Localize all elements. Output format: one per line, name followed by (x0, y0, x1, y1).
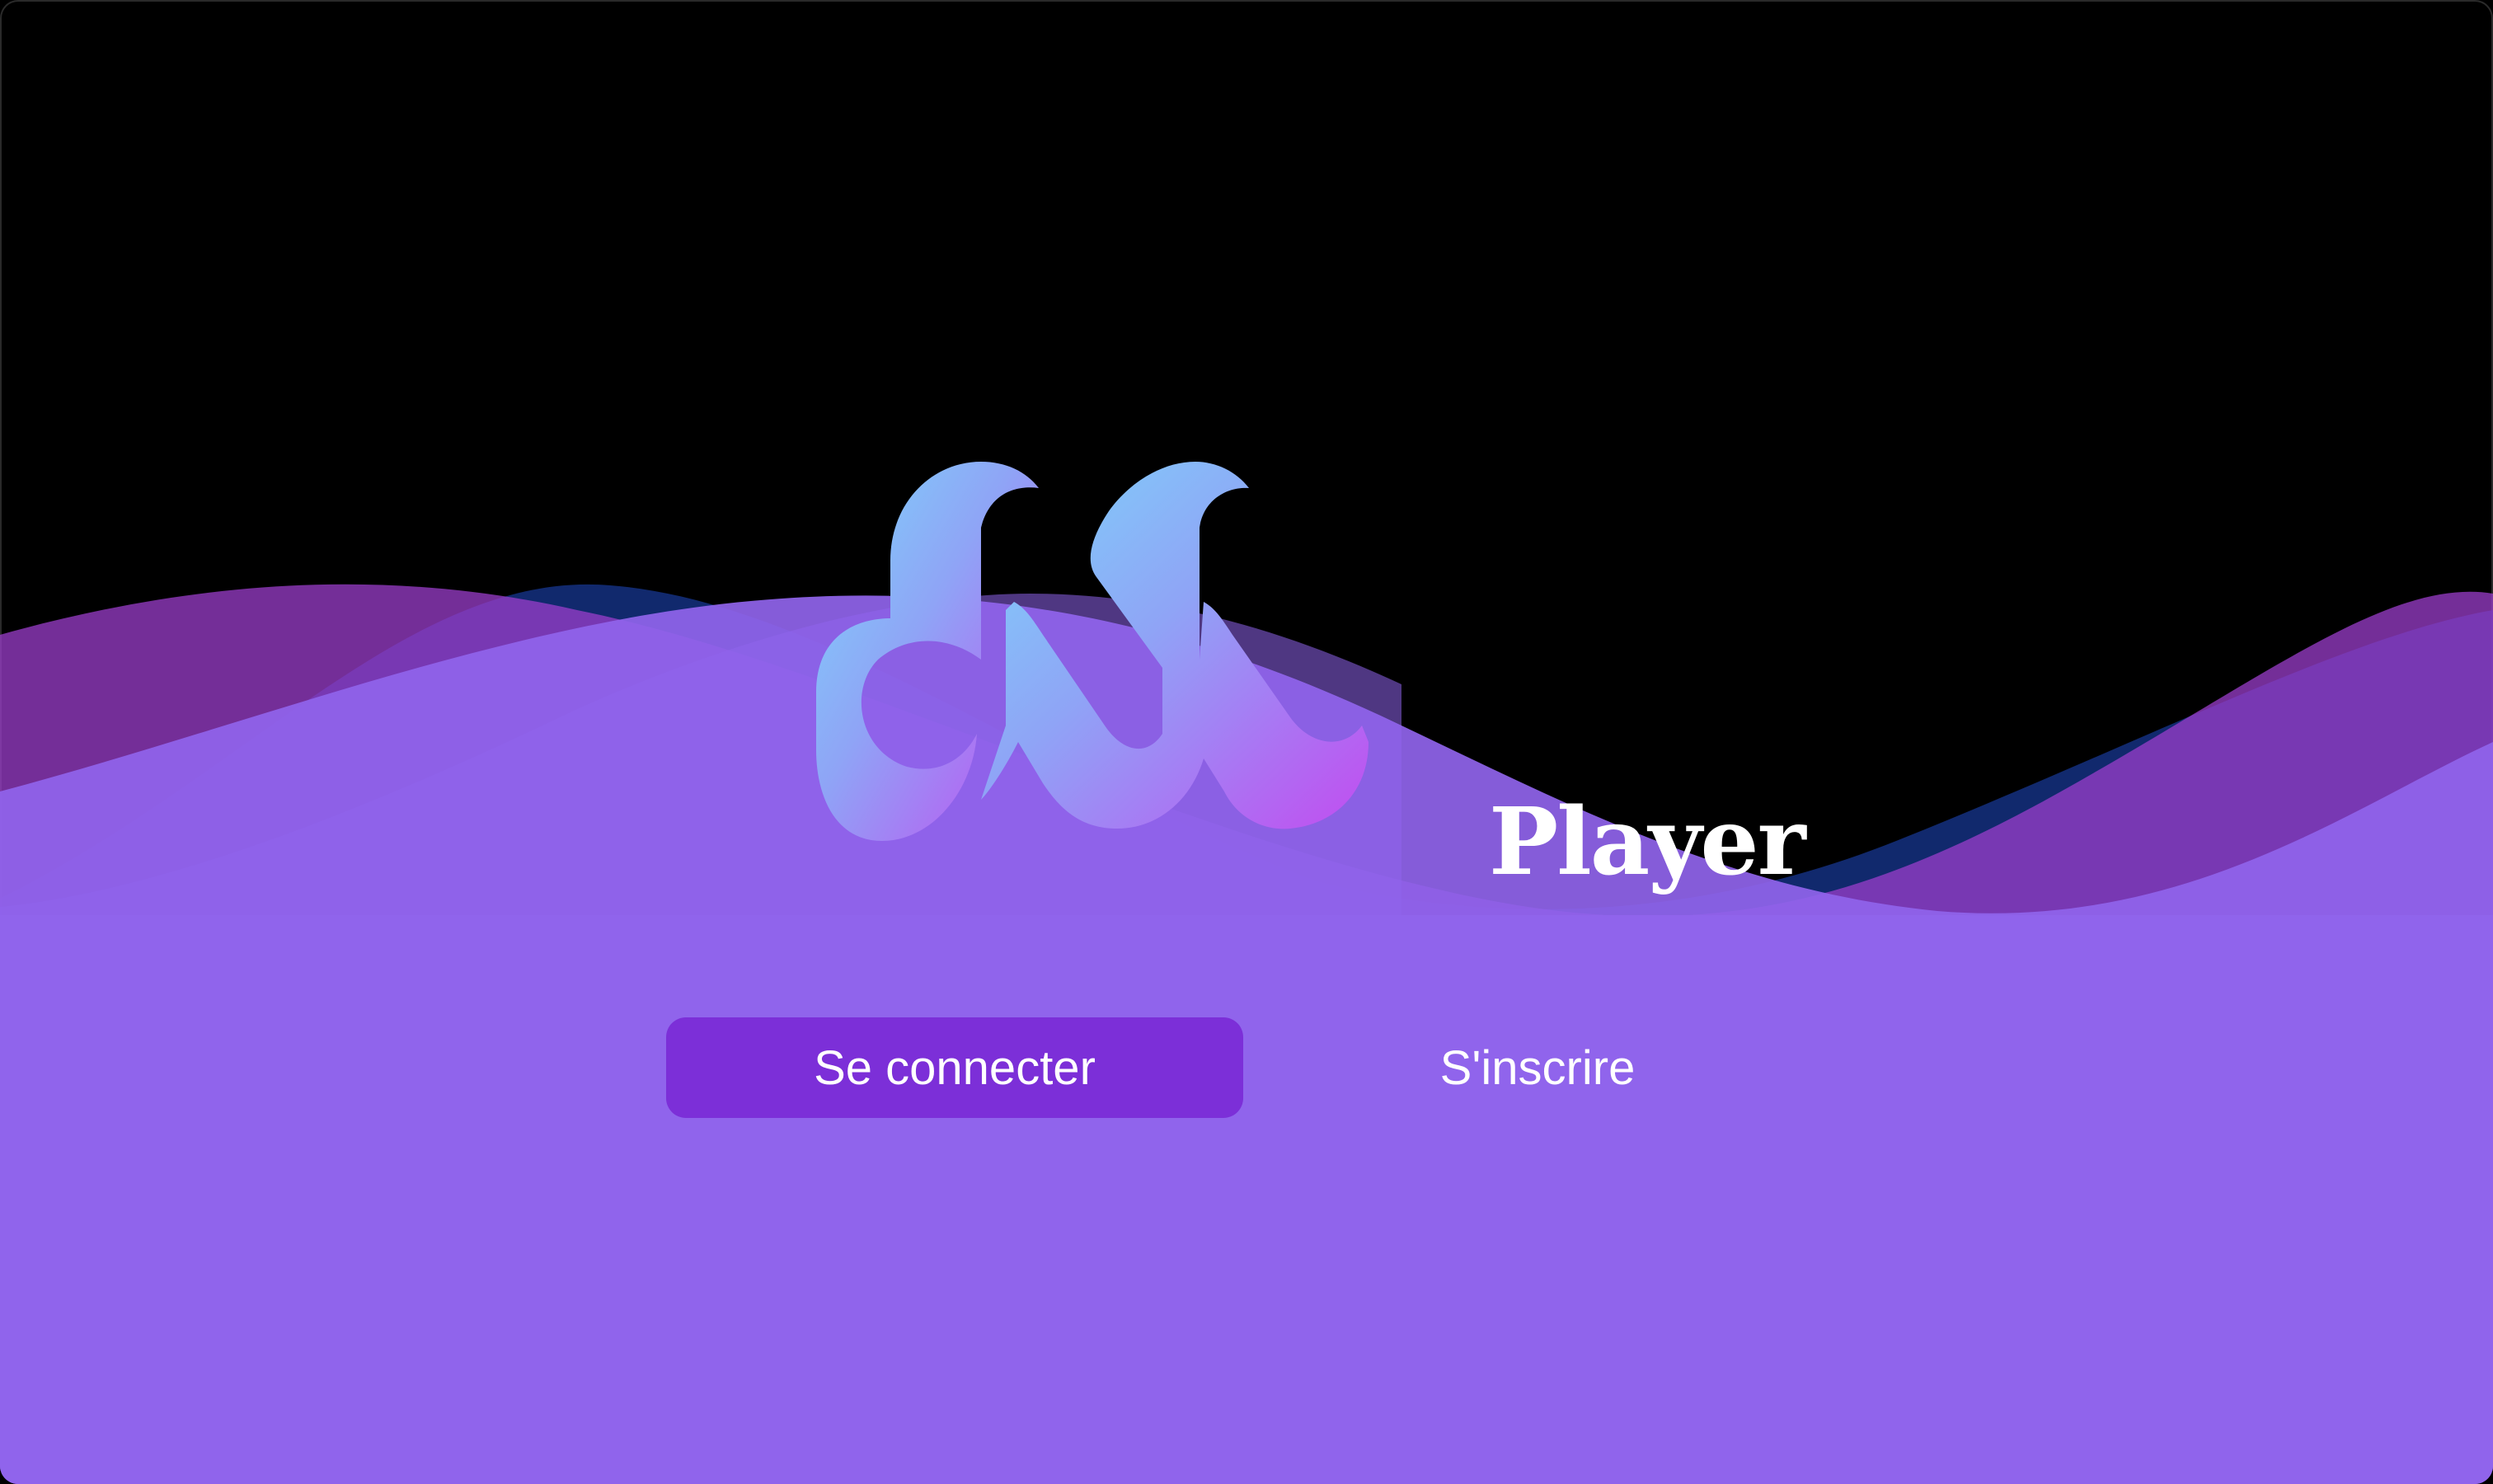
login-button[interactable]: Se connecter (666, 1017, 1243, 1118)
brand-name: Player (1489, 788, 1806, 896)
signup-button[interactable]: S'inscrire (1352, 1017, 1723, 1118)
welcome-screen: Player Se connecter S'inscrire (0, 0, 2493, 1484)
dm-wave-logo-icon (816, 462, 1369, 841)
wave-base (0, 915, 2493, 1484)
